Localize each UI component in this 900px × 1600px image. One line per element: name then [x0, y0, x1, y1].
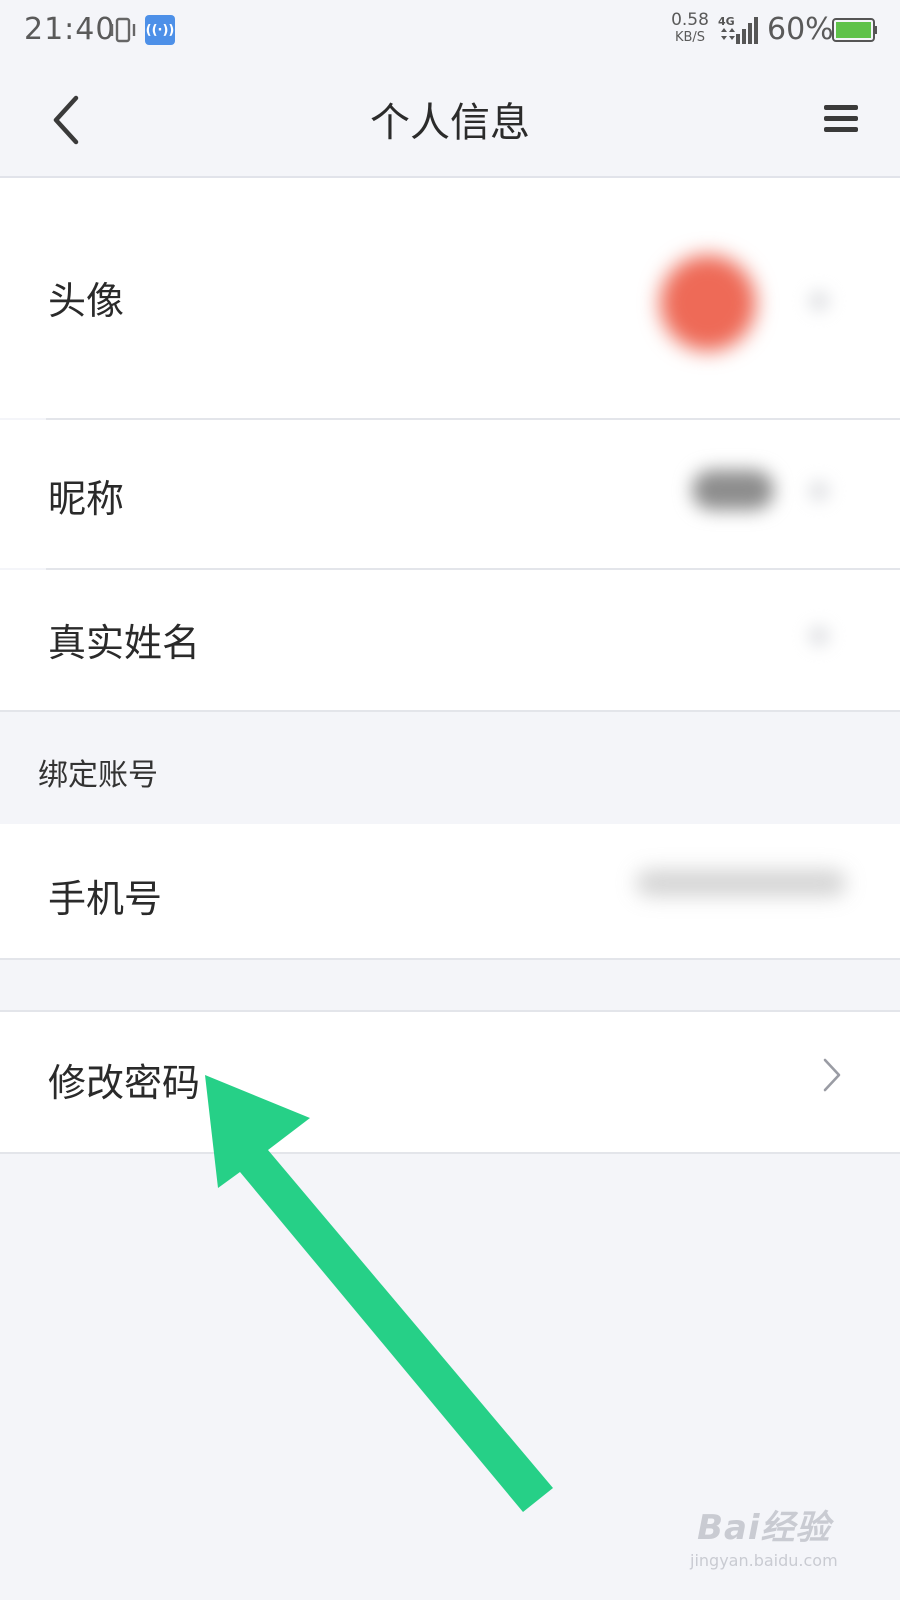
network-type: 4G	[718, 15, 735, 28]
network-speed: 0.58 KB/S	[668, 10, 712, 45]
avatar-row[interactable]: 头像	[0, 178, 900, 418]
phone-label: 手机号	[48, 877, 163, 921]
real-name-row[interactable]: 真实姓名	[0, 570, 900, 710]
section-header-bind: 绑定账号	[0, 710, 900, 826]
nickname-chevron-icon	[808, 480, 830, 502]
watermark-url: jingyan.baidu.com	[690, 1551, 838, 1570]
change-password-label: 修改密码	[48, 1061, 201, 1105]
network-speed-unit: KB/S	[674, 30, 706, 45]
chevron-right-icon[interactable]	[820, 1055, 844, 1095]
nav-bar: 个人信息	[0, 62, 900, 178]
real-name-label: 真实姓名	[48, 621, 201, 665]
nickname-label: 昵称	[48, 477, 125, 521]
battery-icon	[832, 18, 877, 42]
avatar-chevron-icon	[808, 290, 830, 312]
real-name-chevron-icon	[808, 625, 830, 647]
hotspot-icon: ((·))	[145, 15, 175, 45]
battery-percent: 60%	[767, 12, 834, 47]
status-bar: 21:40 ((·)) 0.58 KB/S 4G 60%	[0, 0, 900, 62]
watermark-logo: Bai经验 jingyan.baidu.com	[690, 1500, 838, 1570]
menu-icon[interactable]	[822, 102, 860, 136]
network-speed-value: 0.58	[671, 10, 709, 30]
signal-icon: 4G	[718, 15, 758, 44]
avatar	[660, 255, 756, 351]
change-password-row[interactable]: 修改密码	[0, 1010, 900, 1154]
nickname-value	[692, 470, 774, 510]
status-time: 21:40	[24, 12, 116, 47]
page-title: 个人信息	[370, 100, 530, 146]
avatar-label: 头像	[48, 279, 125, 323]
phone-value	[636, 870, 846, 896]
vibrate-icon	[110, 17, 136, 43]
section-bind-label: 绑定账号	[38, 758, 158, 793]
watermark-main: Bai经验	[697, 1508, 831, 1548]
